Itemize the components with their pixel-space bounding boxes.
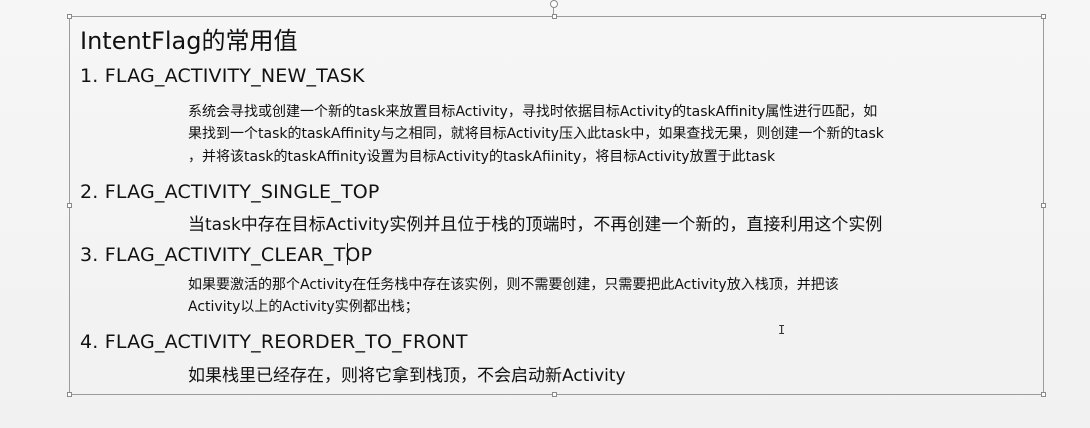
resize-handle-top-right[interactable] [1041, 14, 1046, 19]
flag-description-line: Activity以上的Activity实例都出栈； [188, 299, 419, 315]
flag-heading-new-task: 1. FLAG_ACTIVITY_NEW_TASK [80, 65, 365, 87]
resize-handle-top-left[interactable] [67, 14, 72, 19]
resize-handle-middle-right[interactable] [1041, 203, 1046, 208]
flag-heading-reorder-to-front: 4. FLAG_ACTIVITY_REORDER_TO_FRONT [80, 331, 468, 353]
flag-heading-single-top: 2. FLAG_ACTIVITY_SINGLE_TOP [80, 181, 380, 203]
flag-description-line: ，并将该task的taskAffinity设置为目标Activity的taskA… [188, 149, 776, 165]
flag-description-line: 果找到一个task的taskAffinity与之相同，就将目标Activity压… [188, 126, 884, 142]
resize-handle-bottom-middle[interactable] [552, 392, 557, 397]
ibeam-cursor-icon: I [778, 323, 786, 337]
text-cursor [347, 243, 348, 265]
resize-handle-bottom-right[interactable] [1041, 392, 1046, 397]
flag-description-line: 如果栈里已经存在，则将它拿到栈顶，不会启动新Activity [188, 366, 626, 386]
flag-description-line: 系统会寻找或创建一个新的task来放置目标Activity，寻找时依据目标Act… [188, 104, 878, 120]
flag-heading-clear-top: 3. FLAG_ACTIVITY_CLEAR_TOP [80, 244, 373, 266]
flag-description-line: 当task中存在目标Activity实例并且位于栈的顶端时，不再创建一个新的，直… [188, 215, 883, 235]
rotate-handle-icon[interactable] [550, 0, 558, 8]
resize-handle-top-middle[interactable] [552, 14, 557, 19]
slide-title: IntentFlag的常用值 [80, 27, 298, 55]
resize-handle-bottom-left[interactable] [67, 392, 72, 397]
resize-handle-middle-left[interactable] [67, 203, 72, 208]
flag-description-line: 如果要激活的那个Activity在任务栈中存在该实例，则不需要创建，只需要把此A… [188, 277, 839, 293]
